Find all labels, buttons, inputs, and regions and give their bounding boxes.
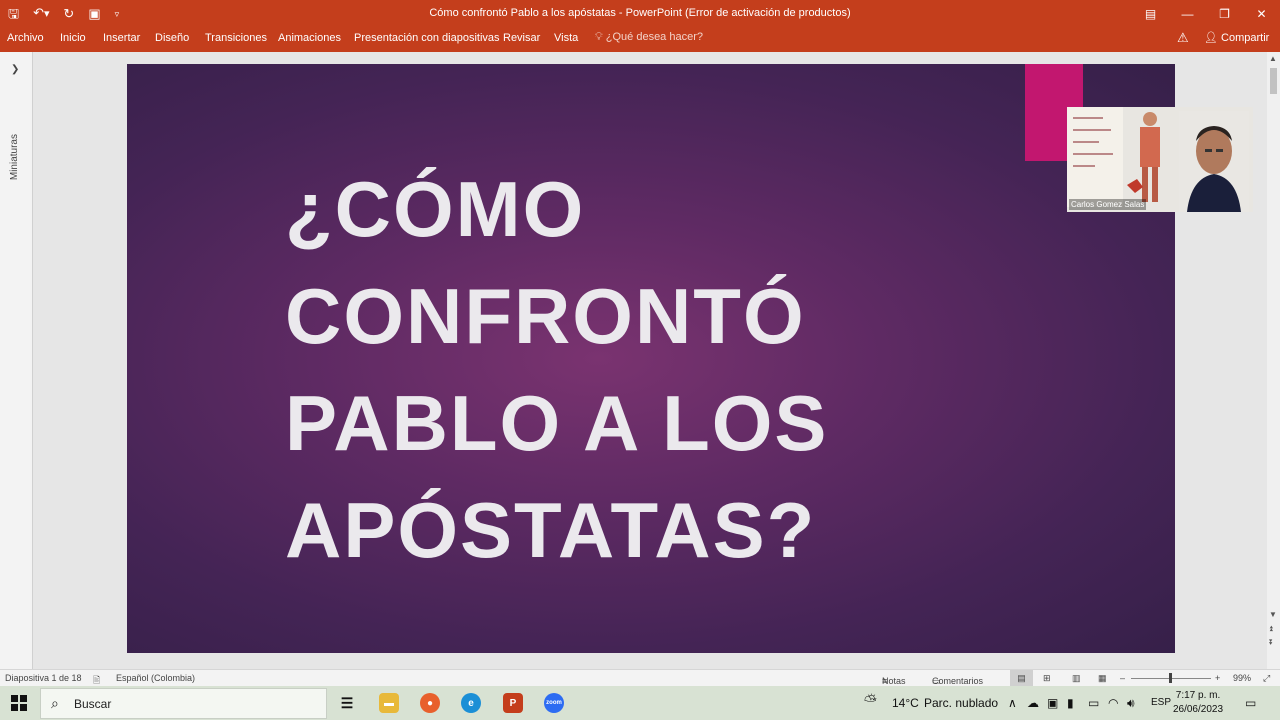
warning-icon[interactable]: ⚠ [1177,30,1189,46]
onedrive-icon[interactable]: ☁ [1027,696,1039,710]
tab-animaciones[interactable]: Animaciones [278,31,341,45]
zoom-slider-knob[interactable] [1169,673,1173,683]
thumbnail-pane[interactable]: ❯ Miniaturas [0,52,33,669]
zoom-icon[interactable]: zoom [544,693,564,713]
taskbar-search-input[interactable]: ⌕ Buscar [40,688,327,719]
thumbnails-label: Miniaturas [9,134,20,181]
battery-icon[interactable]: ▭ [1088,696,1099,710]
tell-me-search[interactable]: 💡︎ ¿Qué desea hacer? [595,31,703,44]
zoom-out-icon[interactable]: – [1120,673,1125,683]
restore-icon[interactable]: ❐ [1206,0,1243,27]
tab-diseno[interactable]: Diseño [155,31,189,45]
share-button[interactable]: 👤︎ Compartir [1204,31,1269,44]
notifications-icon[interactable]: ▭ [1245,696,1256,710]
wifi-icon[interactable]: ◠ [1108,696,1118,710]
clock-time: 7:17 p. m. [1175,690,1221,701]
show-hidden-icons-icon[interactable]: ∧ [1008,696,1017,710]
reading-view-icon[interactable]: ▥ [1072,673,1081,684]
comments-label: Comentarios [932,676,984,686]
chevron-right-icon[interactable]: ❯ [11,64,19,75]
powerpoint-icon[interactable]: P [503,693,523,713]
ribbon-display-options-icon[interactable]: ▤ [1132,0,1169,27]
slide-title-line: PABLO A LOS [285,379,829,467]
tell-me-label: ¿Qué desea hacer? [605,31,703,43]
slide-sorter-icon[interactable]: ⊞ [1043,673,1051,684]
windows-taskbar: ⌕ Buscar ☰ ▬ ● e P zoom ⛅︎ 14°C Parc. nu… [0,686,1280,720]
clock-date: 26/06/2023 [1172,704,1224,715]
fit-slide-icon[interactable]: ⤢ [1263,673,1270,684]
slide-title-line: CONFRONTÓ [285,272,806,360]
window-controls: ▤ — ❐ ✕ [1132,0,1280,27]
weather-temperature[interactable]: 14°C [892,696,919,710]
close-icon[interactable]: ✕ [1243,0,1280,27]
slide-title[interactable]: ¿CÓMO CONFRONTÓ PABLO A LOS APÓSTATAS? [285,156,985,584]
notes-label: Notas [882,676,906,686]
slide-title-line: APÓSTATAS? [285,486,817,574]
ribbon-tabs: Archivo Inicio Insertar Diseño Transicio… [0,27,1280,52]
background-chart-image [1067,107,1123,207]
background-figure-image [1127,112,1160,202]
slide-title-line: ¿CÓMO [285,165,586,253]
tab-vista[interactable]: Vista [554,31,578,45]
slide-canvas[interactable]: ¿CÓMO CONFRONTÓ PABLO A LOS APÓSTATAS? [127,64,1175,653]
next-slide-icon[interactable]: ⏬︎ [1269,638,1273,648]
tab-insertar[interactable]: Insertar [103,31,140,45]
tab-archivo[interactable]: Archivo [7,31,44,45]
zoom-level[interactable]: 99% [1233,673,1251,683]
scroll-up-icon[interactable]: ▲ [1269,54,1277,63]
window-title: Cómo confrontó Pablo a los apóstatas - P… [429,7,851,19]
tab-transiciones[interactable]: Transiciones [205,31,267,45]
windows-start-icon[interactable] [11,695,27,711]
participant-name: Carlos Gomez Salas [1069,199,1147,210]
language-indicator[interactable]: Español (Colombia) [116,673,195,683]
tab-presentacion[interactable]: Presentación con diapositivas [354,31,500,45]
volume-icon[interactable]: 🔊︎ [1127,696,1135,711]
video-participant-tile[interactable]: Carlos Gomez Salas [1067,107,1253,212]
device-icon[interactable]: ▣ [1047,696,1058,710]
weather-description[interactable]: Parc. nublado [924,696,998,710]
share-label: Compartir [1221,32,1270,44]
normal-view-icon[interactable]: ▤ [1010,670,1033,686]
tab-revisar[interactable]: Revisar [503,31,540,45]
scroll-down-icon[interactable]: ▼ [1269,610,1277,619]
title-bar: 🖫 ↶▾ ↻ ▣ ▿ Cómo confrontó Pablo a los ap… [0,0,1280,27]
previous-slide-icon[interactable]: ⏫︎ [1269,624,1273,634]
powerpoint-window: 🖫 ↶▾ ↻ ▣ ▿ Cómo confrontó Pablo a los ap… [0,0,1280,720]
firefox-icon[interactable]: ● [420,693,440,713]
edge-icon[interactable]: e [461,693,481,713]
search-placeholder: Buscar [74,697,112,711]
microphone-icon[interactable]: ▮ [1067,696,1074,710]
slide-counter[interactable]: Diapositiva 1 de 18 [5,673,82,683]
lightbulb-icon: 💡︎ [595,31,603,43]
person-icon: 👤︎ [1204,32,1218,44]
tab-inicio[interactable]: Inicio [60,31,86,45]
file-explorer-icon[interactable]: ▬ [379,693,399,713]
status-bar: Diapositiva 1 de 18 🖹︎ Español (Colombia… [0,669,1280,686]
search-icon: ⌕ [51,695,59,711]
weather-cloud-icon[interactable]: ⛅︎ [864,693,877,711]
taskbar-clock[interactable]: 7:17 p. m. 26/06/2023 [1168,689,1228,717]
vertical-scrollbar[interactable]: ▲ ▼ ⏫︎ ⏬︎ [1267,52,1280,669]
participant-video-image [1179,111,1249,212]
task-view-icon[interactable]: ☰ [337,693,357,713]
scroll-thumb[interactable] [1270,68,1277,94]
minimize-icon[interactable]: — [1169,0,1206,27]
slideshow-icon[interactable]: ▦ [1098,673,1107,684]
zoom-in-icon[interactable]: + [1215,673,1220,683]
